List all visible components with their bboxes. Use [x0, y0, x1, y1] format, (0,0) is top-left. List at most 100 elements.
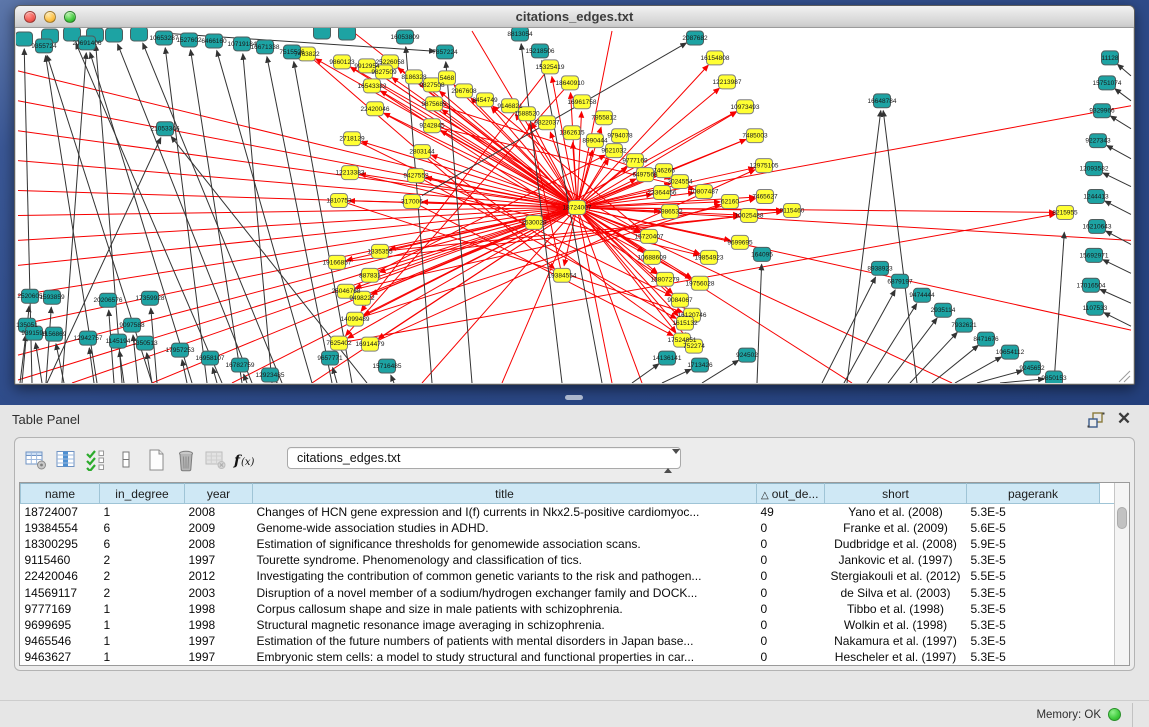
graph-node-label: 7465627 [752, 194, 778, 201]
table-cell: Corpus callosum shape and size in male p… [253, 601, 757, 617]
table-cell: 49 [757, 504, 825, 520]
graph-node-label: 16648784 [868, 98, 897, 105]
graph-node[interactable] [314, 28, 331, 39]
table-cell: 5.3E-5 [967, 504, 1100, 520]
graph-node-label: 1588520 [514, 111, 540, 118]
table-settings-icon[interactable] [21, 446, 51, 474]
graph-edge [910, 332, 957, 383]
table-cell: 1998 [185, 601, 253, 617]
graph-node-label: 16961758 [568, 99, 597, 106]
column-header-pagerank[interactable]: pagerank [967, 484, 1100, 504]
citation-network-graph[interactable]: 1872400774638229860123991295425226058982… [16, 28, 1133, 383]
graph-node-label: 9777169 [622, 158, 648, 165]
status-bar: Memory: OK [0, 700, 1149, 727]
graph-node[interactable] [339, 28, 356, 40]
table-cell: 0 [757, 649, 825, 665]
scrollbar-thumb[interactable] [1117, 507, 1127, 529]
column-select-icon[interactable] [51, 446, 81, 474]
graph-node-label: 17359928 [136, 295, 165, 302]
table-cell: Wolkin et al. (1998) [825, 617, 967, 633]
graph-node-label: 21053346 [151, 126, 180, 133]
table-cell: 1997 [185, 552, 253, 568]
table-cell: 2 [100, 552, 185, 568]
graph-edge [577, 207, 852, 383]
column-header-name[interactable]: name [21, 484, 100, 504]
graph-node[interactable] [16, 32, 33, 46]
table-cell: 5.6E-5 [967, 520, 1100, 536]
graph-node-label: 8186328 [401, 74, 427, 81]
table-cell: 9115460 [21, 552, 100, 568]
float-panel-icon[interactable] [1087, 412, 1105, 428]
table-cell: 0 [757, 552, 825, 568]
table-vertical-scrollbar[interactable] [1114, 483, 1129, 665]
graph-node-label: 1244413 [1083, 194, 1109, 201]
graph-edge [888, 318, 937, 383]
graph-node-label: 9827508 [419, 82, 445, 89]
graph-edge [89, 348, 94, 383]
table-cell: 9777169 [21, 601, 100, 617]
column-header-title[interactable]: title [253, 484, 757, 504]
table-cell: 1 [100, 617, 185, 633]
table-cell: Hescheler et al. (1997) [825, 649, 967, 665]
graph-edge [391, 375, 394, 383]
graph-node-label: 6466160 [201, 38, 227, 45]
close-panel-icon[interactable]: ✕ [1115, 409, 1133, 429]
graph-node-label: 8990444 [582, 138, 608, 145]
table-row[interactable]: 911546021997Tourette syndrome. Phenomeno… [21, 552, 1117, 568]
table-row[interactable]: 969969511998Structural magnetic resonanc… [21, 617, 1117, 633]
table-cell: Tourette syndrome. Phenomenology and cla… [253, 552, 757, 568]
row-checks-icon[interactable] [81, 446, 111, 474]
graph-edge [1054, 232, 1064, 383]
graph-node-label: 9850153 [1041, 375, 1067, 382]
network-canvas[interactable]: 1872400774638229860123991295425226058982… [16, 28, 1133, 383]
table-row[interactable]: 977716911998Corpus callosum shape and si… [21, 601, 1117, 617]
table-cell: Changes of HCN gene expression and I(f) … [253, 504, 757, 520]
graph-edge [932, 345, 978, 383]
table-cell: Estimation of the future numbers of pati… [253, 633, 757, 649]
graph-node-label: 1593859 [39, 294, 65, 301]
table-cell: 0 [757, 584, 825, 600]
split-pane-handle[interactable] [565, 395, 583, 400]
new-document-icon[interactable] [141, 446, 171, 474]
graph-node[interactable] [131, 28, 148, 41]
graph-node-label: 16543382 [358, 83, 387, 90]
graph-node-label: 15720407 [635, 233, 664, 240]
column-header-out_de[interactable]: △out_de... [757, 484, 825, 504]
rows-icon[interactable] [111, 446, 141, 474]
window-titlebar[interactable]: citations_edges.txt [15, 6, 1134, 28]
resize-grip-icon[interactable] [1119, 371, 1130, 382]
graph-edge [662, 369, 691, 383]
table-row[interactable]: 1872400712008Changes of HCN gene express… [21, 504, 1117, 520]
graph-node-label: 1350513 [132, 340, 158, 347]
table-row[interactable]: 946554611997Estimation of the future num… [21, 633, 1117, 649]
table-source-value: citations_edges.txt [297, 451, 401, 465]
column-header-short[interactable]: short [825, 484, 967, 504]
fx-icon[interactable]: ƒ(x) [231, 446, 261, 474]
graph-edge [18, 207, 577, 295]
table-cell: 5.3E-5 [967, 601, 1100, 617]
select-stepper-icon [664, 451, 672, 467]
table-row[interactable]: 1830029562008Estimation of significance … [21, 536, 1117, 552]
graph-node[interactable] [106, 28, 123, 42]
resize-grip-icon[interactable] [1124, 376, 1130, 382]
column-header-year[interactable]: year [185, 484, 253, 504]
table-cell: Dudbridge et al. (2008) [825, 536, 967, 552]
table-panel-title: Table Panel [12, 405, 80, 435]
graph-node-label: 16210643 [1083, 223, 1112, 230]
table-cell: Yano et al. (2008) [825, 504, 967, 520]
table-cell: 5.3E-5 [967, 633, 1100, 649]
trash-icon[interactable] [171, 446, 201, 474]
graph-node-label: 19166857 [323, 259, 352, 266]
table-row[interactable]: 946362711997Embryonic stem cells: a mode… [21, 649, 1117, 665]
graph-node-label: 9657771 [317, 355, 343, 362]
table-cell: 2009 [185, 520, 253, 536]
column-header-in_degree[interactable]: in_degree [100, 484, 185, 504]
graph-node-label: 9097588 [119, 322, 145, 329]
table-row[interactable]: 1456911722003Disruption of a novel membe… [21, 584, 1117, 600]
table-cell: 1997 [185, 649, 253, 665]
table-row[interactable]: 2242004622012Investigating the contribut… [21, 568, 1117, 584]
table-source-select[interactable]: citations_edges.txt [287, 447, 681, 469]
table-row[interactable]: 1938455462009Genome-wide association stu… [21, 520, 1117, 536]
table-cell: 6 [100, 520, 185, 536]
graph-node-label: 10688609 [638, 254, 667, 261]
